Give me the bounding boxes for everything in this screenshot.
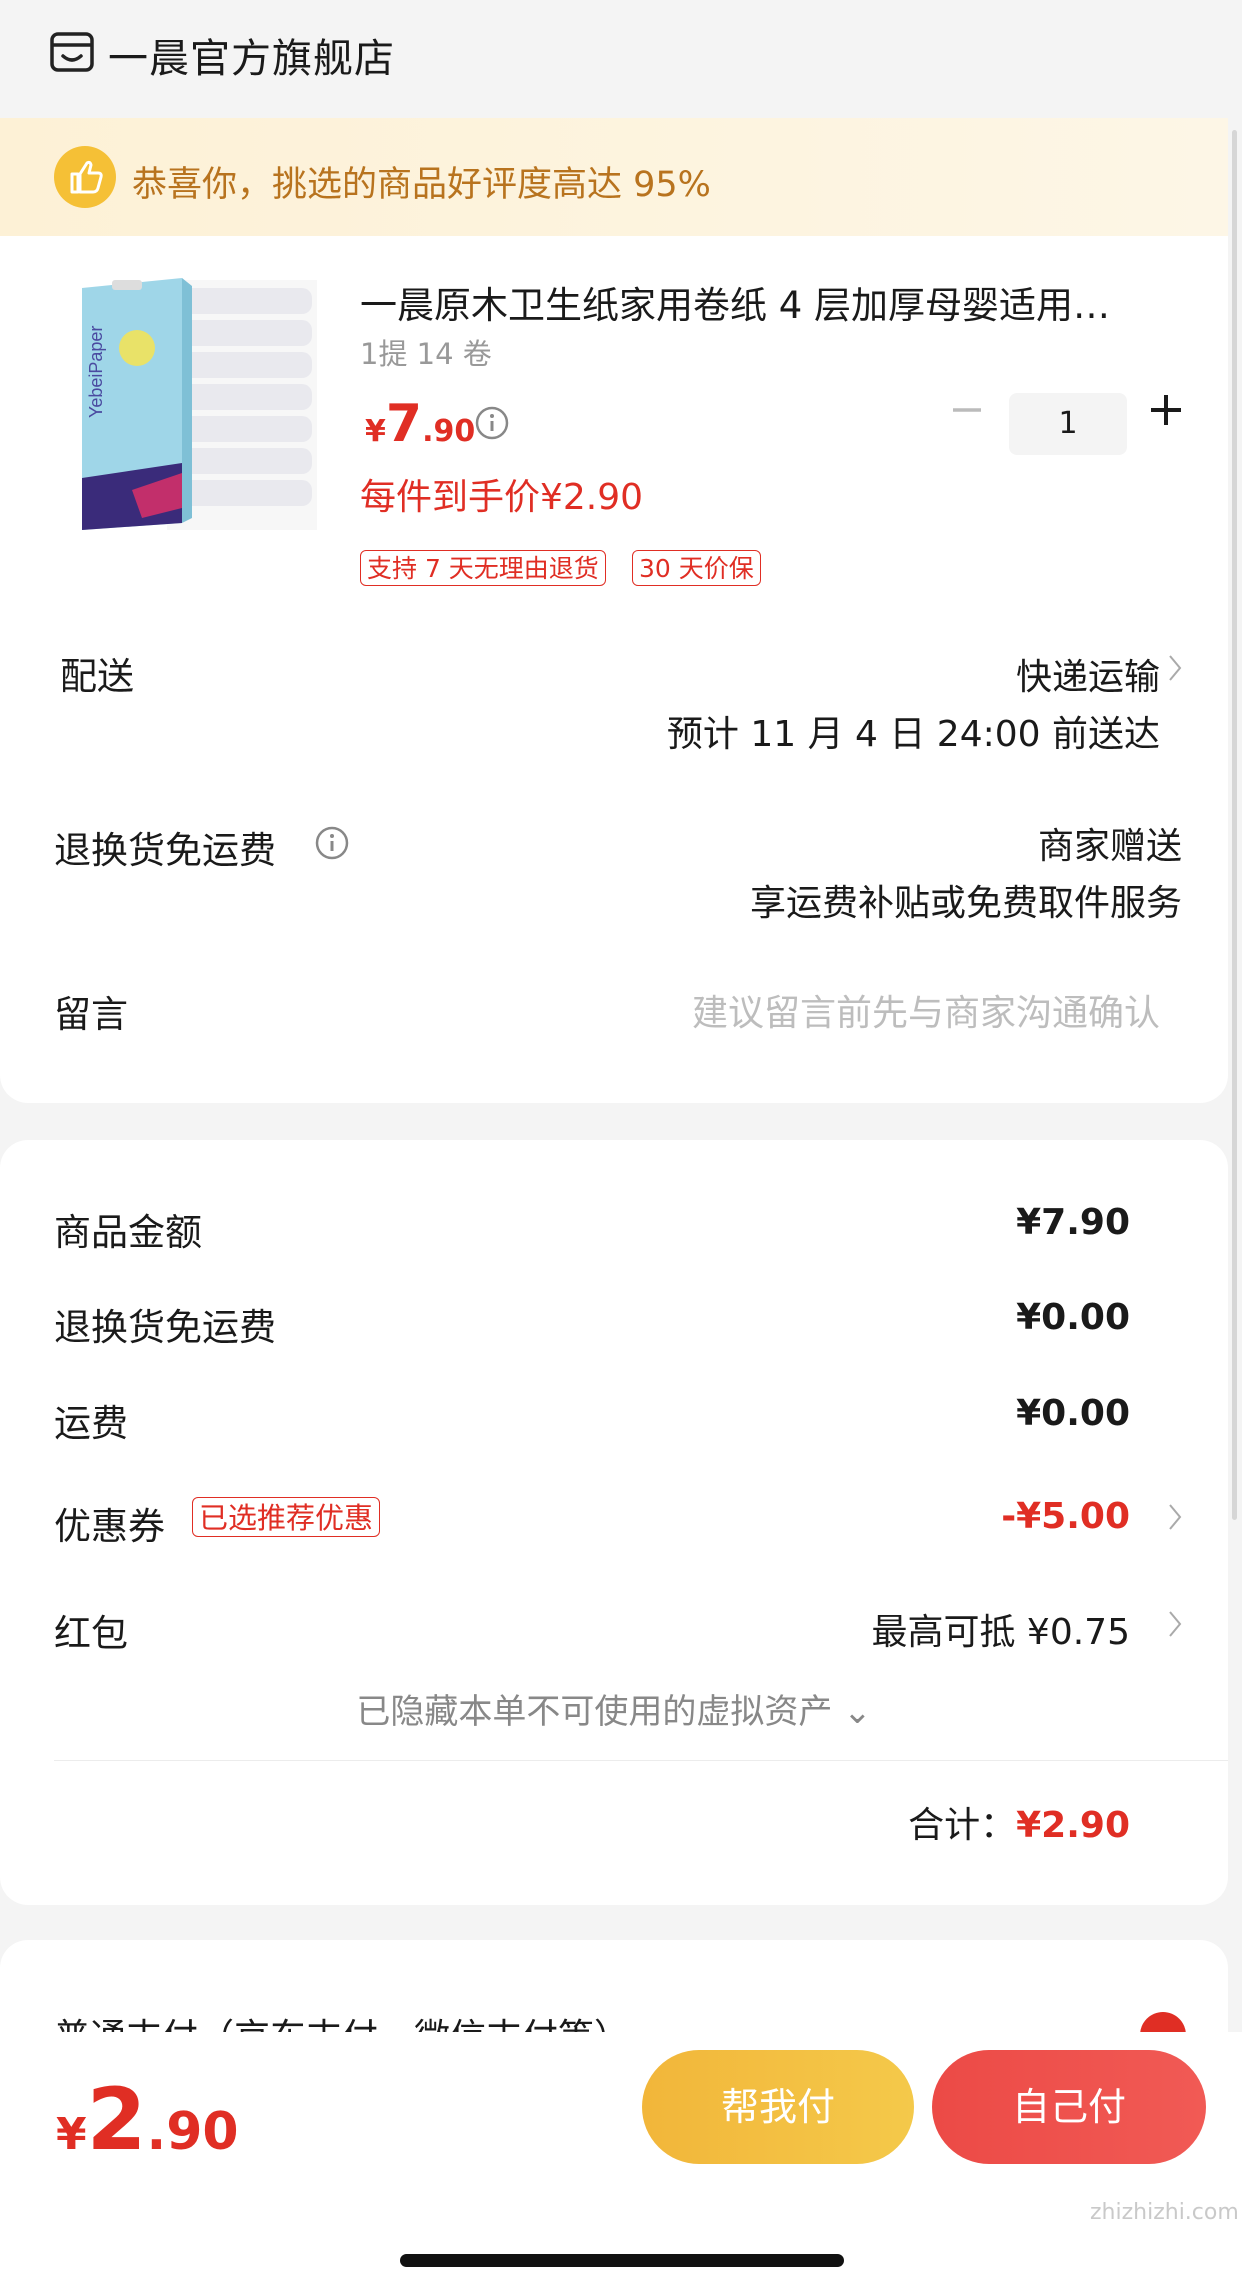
- coupon-value[interactable]: -¥5.00: [1001, 1496, 1130, 1537]
- final-price: 每件到手价¥2.90: [360, 477, 644, 518]
- coupon-label: 优惠券: [54, 1505, 165, 1548]
- home-indicator[interactable]: [400, 2254, 844, 2267]
- delivery-method[interactable]: 快递运输: [1016, 648, 1160, 700]
- help-pay-button[interactable]: 帮我付: [642, 2050, 914, 2164]
- message-input[interactable]: 建议留言前先与商家沟通确认: [692, 984, 1160, 1036]
- unit-price: ¥7.90: [365, 394, 475, 454]
- goods-amount-label: 商品金额: [54, 1211, 202, 1254]
- order-total: 合计：¥2.90: [908, 1796, 1130, 1848]
- chevron-right-icon[interactable]: [1168, 654, 1182, 682]
- delivery-eta: 预计 11 月 4 日 24:00 前送达: [666, 714, 1160, 755]
- return-shipping-desc: 享运费补贴或免费取件服务: [749, 883, 1182, 924]
- checkout-price-int: 2: [86, 2070, 147, 2170]
- info-icon[interactable]: [314, 825, 350, 861]
- checkout-total: ¥2.90: [56, 2070, 239, 2170]
- product-title[interactable]: 一晨原木卫生纸家用卷纸 4 层加厚母婴适用…: [360, 275, 1160, 329]
- praise-text: 恭喜你，挑选的商品好评度高达 95%: [132, 165, 711, 205]
- store-header: 一晨官方旗舰店: [0, 0, 1242, 118]
- shipping-fee-value: ¥0.00: [1016, 1393, 1130, 1434]
- self-pay-button[interactable]: 自己付: [932, 2050, 1206, 2164]
- checkout-price-symbol: ¥: [56, 2109, 87, 2160]
- message-label: 留言: [54, 993, 128, 1036]
- price-summary-card: 商品金额 ¥7.90 退换货免运费 ¥0.00 运费 ¥0.00 优惠券 已选推…: [0, 1140, 1228, 1905]
- goods-amount-value: ¥7.90: [1016, 1202, 1130, 1243]
- chevron-right-icon[interactable]: [1168, 1503, 1182, 1531]
- store-icon[interactable]: [50, 32, 94, 72]
- red-packet-label: 红包: [54, 1612, 128, 1655]
- quantity-input[interactable]: 1: [1009, 393, 1127, 455]
- price-dec: .90: [422, 414, 476, 449]
- scrollbar[interactable]: [1232, 130, 1237, 1520]
- return-fee-value: ¥0.00: [1016, 1297, 1130, 1338]
- return-shipping-value: 商家赠送: [1037, 826, 1182, 867]
- praise-banner: 恭喜你，挑选的商品好评度高达 95%: [0, 118, 1228, 236]
- chevron-right-icon[interactable]: [1168, 1610, 1182, 1638]
- store-name[interactable]: 一晨官方旗舰店: [108, 26, 395, 84]
- order-item-card: 恭喜你，挑选的商品好评度高达 95% YebeiPaper 一晨原木卫生纸家用卷…: [0, 118, 1228, 1103]
- product-image[interactable]: YebeiPaper: [72, 268, 322, 538]
- checkout-price-dec: .90: [146, 2102, 239, 2162]
- delivery-label: 配送: [60, 655, 134, 698]
- red-packet-value[interactable]: 最高可抵 ¥0.75: [871, 1603, 1130, 1655]
- divider: [54, 1760, 1228, 1761]
- shipping-fee-label: 运费: [54, 1402, 128, 1445]
- hidden-assets-toggle[interactable]: 已隐藏本单不可使用的虚拟资产 ⌄: [0, 1684, 1228, 1733]
- coupon-recommended-tag: 已选推荐优惠: [192, 1497, 381, 1537]
- total-value: ¥2.90: [1016, 1805, 1130, 1846]
- thumbs-up-icon: [54, 146, 116, 208]
- decrease-quantity-button[interactable]: [950, 390, 984, 430]
- checkout-bar: ¥2.90 帮我付 自己付: [0, 2032, 1242, 2283]
- price-protect-tag: 30 天价保: [632, 550, 761, 586]
- total-label: 合计：: [908, 1805, 1017, 1846]
- price-symbol: ¥: [365, 414, 386, 449]
- increase-quantity-button[interactable]: [1148, 390, 1184, 430]
- return-shipping-label: 退换货免运费: [54, 829, 276, 872]
- product-spec[interactable]: 1提 14 卷: [360, 331, 492, 373]
- info-icon[interactable]: [474, 405, 510, 441]
- return-policy-tag: 支持 7 天无理由退货: [360, 550, 606, 586]
- watermark: zhizhizhi.com: [1090, 2200, 1239, 2225]
- svg-text:YebeiPaper: YebeiPaper: [86, 326, 106, 418]
- return-fee-label: 退换货免运费: [54, 1306, 276, 1349]
- price-int: 7: [385, 394, 423, 454]
